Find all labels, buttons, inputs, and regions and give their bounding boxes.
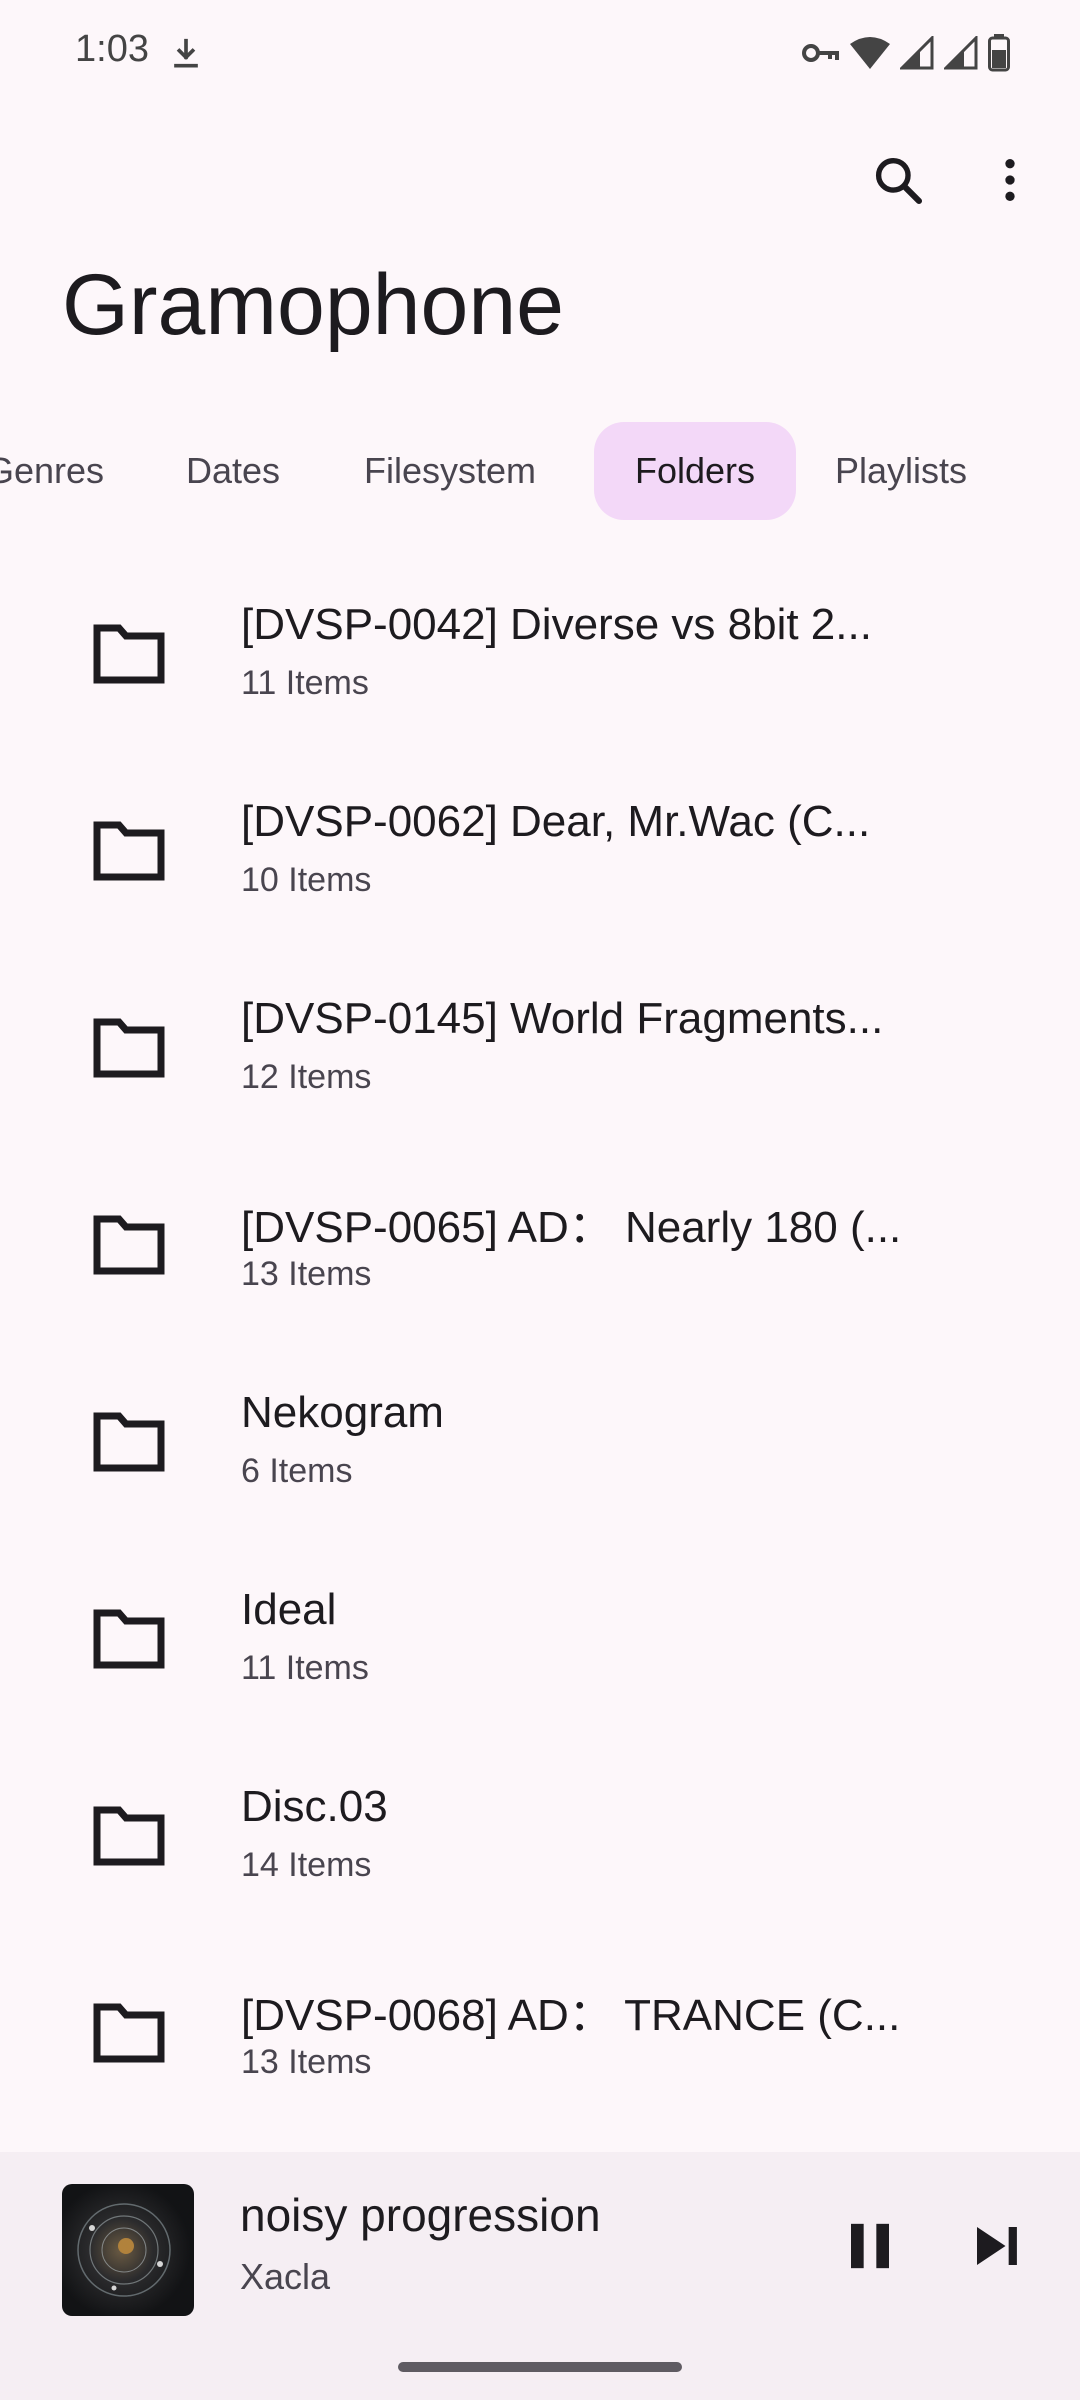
cell-signal-icon bbox=[944, 36, 978, 70]
folder-icon bbox=[93, 1018, 165, 1078]
folder-name: [DVSP-0145] World Fragments... bbox=[241, 994, 884, 1043]
list-item[interactable]: [DVSP-0062] Dear, Mr.Wac (C... 10 Items bbox=[0, 757, 1080, 954]
app-title: Gramophone bbox=[62, 257, 564, 353]
folder-icon bbox=[93, 1412, 165, 1472]
search-icon bbox=[875, 157, 923, 205]
folder-icon bbox=[93, 624, 165, 684]
album-art[interactable] bbox=[62, 2184, 194, 2316]
folder-item-count: 6 Items bbox=[241, 1452, 353, 1490]
search-button[interactable] bbox=[858, 140, 938, 220]
status-bar: 1:03 bbox=[0, 0, 1080, 106]
folder-item-count: 13 Items bbox=[241, 1255, 372, 1293]
folder-name: [DVSP-0042] Diverse vs 8bit 2... bbox=[241, 600, 872, 649]
folder-item-count: 10 Items bbox=[241, 861, 372, 899]
tab-dates[interactable]: Dates bbox=[186, 422, 280, 520]
folder-name: Nekogram bbox=[241, 1388, 444, 1437]
download-icon bbox=[174, 38, 198, 68]
more-options-button[interactable] bbox=[970, 140, 1050, 220]
list-item[interactable]: [DVSP-0065] AD： Nearly 180 (... 13 Items bbox=[0, 1151, 1080, 1348]
folder-name: Ideal bbox=[241, 1585, 337, 1634]
list-item[interactable]: Nekogram 6 Items bbox=[0, 1348, 1080, 1545]
more-vert-icon bbox=[1005, 159, 1015, 201]
folder-item-count: 13 Items bbox=[241, 2043, 372, 2081]
pause-icon[interactable] bbox=[832, 2208, 908, 2284]
list-item[interactable]: [DVSP-0145] World Fragments... 12 Items bbox=[0, 954, 1080, 1151]
now-playing-title: noisy progression bbox=[240, 2189, 601, 2241]
cell-signal-icon bbox=[900, 36, 934, 70]
list-item[interactable]: Disc.03 14 Items bbox=[0, 1742, 1080, 1939]
folder-icon bbox=[93, 821, 165, 881]
folder-name: Disc.03 bbox=[241, 1782, 388, 1831]
tab-playlists[interactable]: Playlists bbox=[835, 422, 967, 520]
wifi-icon bbox=[850, 37, 890, 69]
list-item[interactable]: [DVSP-0068] AD： TRANCE (C... 13 Items bbox=[0, 1939, 1080, 2136]
top-app-bar-actions bbox=[858, 140, 1050, 220]
skip-next-icon[interactable] bbox=[958, 2208, 1034, 2284]
status-time: 1:03 bbox=[75, 28, 149, 70]
folder-icon bbox=[93, 1806, 165, 1866]
library-tabs: Genres Dates Filesystem Folders Playlist… bbox=[0, 422, 1080, 520]
status-icons bbox=[802, 30, 1010, 76]
folder-icon bbox=[93, 1215, 165, 1275]
vpn-key-icon bbox=[802, 44, 839, 62]
folder-name: [DVSP-0062] Dear, Mr.Wac (C... bbox=[241, 797, 871, 846]
folder-item-count: 14 Items bbox=[241, 1846, 372, 1884]
tab-genres[interactable]: Genres bbox=[0, 422, 104, 520]
folder-item-count: 11 Items bbox=[241, 1649, 369, 1687]
list-item[interactable]: Ideal 11 Items bbox=[0, 1545, 1080, 1742]
folder-item-count: 11 Items bbox=[241, 664, 369, 702]
list-item[interactable]: [DVSP-0042] Diverse vs 8bit 2... 11 Item… bbox=[0, 560, 1080, 757]
album-art-image bbox=[77, 2203, 171, 2297]
folder-list: [DVSP-0042] Diverse vs 8bit 2... 11 Item… bbox=[0, 560, 1080, 2136]
home-indicator[interactable] bbox=[398, 2362, 682, 2372]
battery-icon bbox=[988, 34, 1010, 72]
folder-name: [DVSP-0068] AD： TRANCE (C... bbox=[241, 1991, 901, 2040]
tab-folders[interactable]: Folders bbox=[594, 422, 796, 520]
folder-item-count: 12 Items bbox=[241, 1058, 372, 1096]
folder-name: [DVSP-0065] AD： Nearly 180 (... bbox=[241, 1203, 902, 1252]
folder-icon bbox=[93, 2003, 165, 2063]
now-playing-artist: Xacla bbox=[240, 2256, 331, 2297]
tab-filesystem[interactable]: Filesystem bbox=[364, 422, 536, 520]
folder-icon bbox=[93, 1609, 165, 1669]
